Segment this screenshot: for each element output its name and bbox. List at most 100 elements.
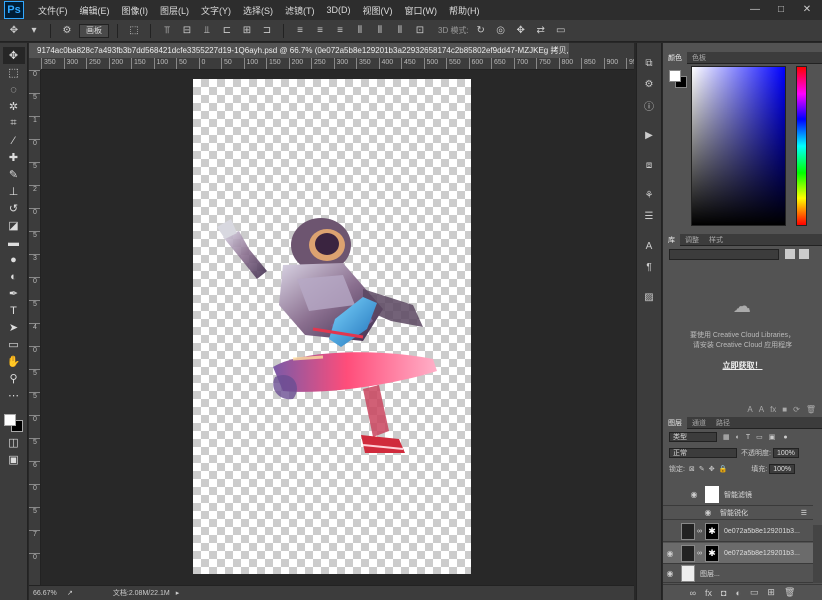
3d-slide-icon[interactable]: ⇄ — [533, 24, 549, 38]
transform-controls-icon[interactable]: ⬚ — [126, 24, 142, 38]
adjust-filter-icon[interactable]: ◐ — [736, 434, 740, 441]
history-panel-icon[interactable]: ⧉ — [640, 55, 658, 71]
3d-rotate-icon[interactable]: ↻ — [473, 24, 489, 38]
align-left-icon[interactable]: ⊏ — [219, 24, 235, 38]
layer-row-selected[interactable]: ◉ ∞ ✱ 0e072a5b8e129201b3... — [663, 543, 813, 564]
panel-foreground-swatch[interactable] — [669, 70, 681, 82]
layer-row[interactable]: ∞ ✱ 0e072a5b8e129201b3... — [663, 521, 813, 542]
layer-row[interactable]: ◉ 图层... — [663, 565, 813, 583]
auto-select-icon[interactable]: ⚙ — [59, 24, 75, 38]
tab-channels[interactable]: 通道 — [687, 417, 711, 429]
lock-image-icon[interactable]: ✎ — [699, 465, 705, 473]
character-panel-icon[interactable]: A — [640, 238, 658, 254]
move-tool-icon[interactable]: ✥ — [6, 24, 22, 38]
align-vcenter-icon[interactable]: ⊟ — [179, 24, 195, 38]
dodge-tool-icon[interactable]: ◐ — [3, 268, 25, 285]
tab-paths[interactable]: 路径 — [711, 417, 735, 429]
align-hcenter-icon[interactable]: ⊞ — [239, 24, 255, 38]
menu-help[interactable]: 帮助(H) — [443, 4, 486, 17]
menu-edit[interactable]: 编辑(E) — [74, 4, 116, 17]
lock-all-icon[interactable]: 🔒 — [719, 465, 728, 473]
shape-filter-icon[interactable]: ▭ — [756, 433, 763, 441]
library-dropdown[interactable] — [669, 249, 779, 260]
list-view-icon[interactable] — [799, 249, 809, 259]
screen-mode-icon[interactable]: ▣ — [3, 451, 25, 468]
tab-layers[interactable]: 图层 — [663, 416, 687, 429]
zoom-level[interactable]: 66.67% — [29, 590, 59, 597]
brush-tool-icon[interactable]: ✎ — [3, 166, 25, 183]
3d-scale-icon[interactable]: ▭ — [553, 24, 569, 38]
history-brush-tool-icon[interactable]: ↺ — [3, 200, 25, 217]
smart-filter-icon[interactable]: ▣ — [769, 433, 776, 441]
menu-window[interactable]: 窗口(W) — [399, 4, 444, 17]
rectangle-tool-icon[interactable]: ▭ — [3, 336, 25, 353]
foreground-color-swatch[interactable] — [3, 414, 16, 426]
crop-tool-icon[interactable]: ⌗ — [3, 115, 25, 132]
lock-pixels-icon[interactable]: ⊠ — [689, 465, 695, 473]
add-mask-icon[interactable]: ◘ — [721, 588, 726, 598]
distribute-hcenter-icon[interactable]: ⦀ — [372, 24, 388, 38]
menu-3d[interactable]: 3D(D) — [321, 5, 357, 15]
align-right-icon[interactable]: ⊐ — [259, 24, 275, 38]
eraser-tool-icon[interactable]: ◪ — [3, 217, 25, 234]
gradient-tool-icon[interactable]: ▬ — [3, 234, 25, 251]
auto-align-icon[interactable]: ⊡ — [412, 24, 428, 38]
menu-view[interactable]: 视图(V) — [357, 4, 399, 17]
horizontal-ruler[interactable]: 350 300 250 200 150 100 50 0 50 100 150 200 250 300 35… — [41, 58, 634, 70]
distribute-vcenter-icon[interactable]: ≡ — [312, 24, 328, 38]
dropdown-arrow-icon[interactable]: ▾ — [26, 24, 42, 38]
delete-layer-icon[interactable]: 🗑 — [784, 587, 795, 598]
auto-select-dropdown[interactable]: 画板 — [79, 23, 109, 38]
brush-panel-icon[interactable]: ⚘ — [640, 187, 658, 203]
blend-mode-select[interactable]: 正常 — [669, 448, 737, 458]
paragraph-panel-icon[interactable]: ¶ — [640, 259, 658, 275]
marquee-tool-icon[interactable]: ⬚ — [3, 64, 25, 81]
canvas-area[interactable] — [41, 70, 634, 585]
get-it-now-link[interactable]: 立即获取！ — [663, 360, 822, 371]
pixel-filter-icon[interactable]: ▦ — [723, 433, 730, 441]
tab-styles[interactable]: 样式 — [704, 234, 728, 246]
lasso-tool-icon[interactable]: ◌ — [3, 81, 25, 98]
distribute-right-icon[interactable]: ⦀ — [392, 24, 408, 38]
tab-adjustments[interactable]: 调整 — [680, 234, 704, 246]
hand-tool-icon[interactable]: ✋ — [3, 353, 25, 370]
filter-kind-select[interactable]: 类型 — [669, 432, 717, 442]
visibility-eye-icon[interactable]: ◉ — [687, 490, 701, 499]
pen-tool-icon[interactable]: ✒ — [3, 285, 25, 302]
blur-tool-icon[interactable]: ● — [3, 251, 25, 268]
color-picker-field[interactable] — [691, 66, 786, 226]
align-bottom-icon[interactable]: ⫫ — [199, 24, 215, 38]
tab-color[interactable]: 颜色 — [663, 51, 687, 64]
tool-presets-icon[interactable]: ▨ — [640, 289, 658, 305]
lock-position-icon[interactable]: ✥ — [709, 465, 715, 473]
tab-swatches[interactable]: 色板 — [687, 52, 711, 64]
menu-file[interactable]: 文件(F) — [32, 4, 74, 17]
tab-libraries[interactable]: 库 — [663, 233, 680, 246]
hue-slider[interactable] — [796, 66, 807, 226]
quick-mask-icon[interactable]: ◫ — [3, 434, 25, 451]
brush-presets-icon[interactable]: ☰ — [640, 208, 658, 224]
filter-toggle-icon[interactable]: ● — [783, 434, 787, 441]
layers-scrollbar[interactable] — [813, 525, 822, 583]
layer-mask-thumbnail[interactable]: ✱ — [705, 544, 719, 562]
cc-sync-icon[interactable]: ⟳ — [793, 405, 800, 414]
share-icon[interactable]: ↗ — [67, 589, 73, 597]
add-color-icon[interactable]: ■ — [782, 405, 787, 414]
3d-roll-icon[interactable]: ◎ — [493, 24, 509, 38]
close-button[interactable]: ✕ — [796, 2, 818, 16]
distribute-top-icon[interactable]: ≡ — [292, 24, 308, 38]
zoom-tool-icon[interactable]: ⚲ — [3, 370, 25, 387]
info-panel-icon[interactable]: ⓘ — [640, 97, 658, 113]
fx-icon[interactable]: fx — [770, 405, 776, 414]
visibility-eye-icon[interactable]: ◉ — [663, 549, 677, 558]
actions-play-icon[interactable]: ▶ — [640, 127, 658, 143]
healing-brush-tool-icon[interactable]: ✚ — [3, 149, 25, 166]
visibility-eye-icon[interactable]: ◉ — [701, 508, 715, 517]
menu-filter[interactable]: 滤镜(T) — [279, 4, 321, 17]
grid-view-icon[interactable] — [785, 249, 795, 259]
menu-image[interactable]: 图像(I) — [116, 4, 155, 17]
opacity-input[interactable]: 100% — [772, 448, 799, 458]
more-tools-icon[interactable]: ⋯ — [3, 387, 25, 404]
vertical-ruler[interactable]: 0510520530540550560570 — [29, 70, 41, 585]
layer-style-icon[interactable]: fx — [705, 588, 712, 598]
